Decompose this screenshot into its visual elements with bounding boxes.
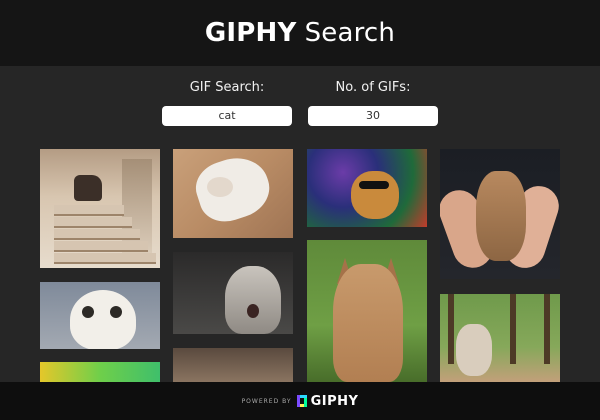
- tree-art: [544, 294, 550, 364]
- gif-tile[interactable]: [40, 282, 160, 349]
- stair-step-art: [54, 217, 132, 228]
- cat-art: [225, 266, 281, 334]
- gif-tile[interactable]: [40, 362, 160, 382]
- stair-step-art: [54, 229, 140, 240]
- cat-face-art: [207, 177, 233, 197]
- cat-art: [189, 149, 277, 229]
- cat-eye-art: [110, 306, 122, 318]
- giphy-logo-icon: [296, 395, 307, 407]
- stair-step-art: [54, 205, 124, 216]
- gif-tile[interactable]: [307, 149, 427, 227]
- footer: POWERED BY GIPHY: [0, 382, 600, 420]
- cat-art: [70, 290, 136, 349]
- powered-by-text: POWERED BY: [241, 397, 292, 405]
- cat-art: [351, 171, 399, 219]
- stair-step-art: [54, 253, 156, 264]
- stair-step-art: [54, 241, 148, 252]
- gif-tile[interactable]: [173, 252, 293, 334]
- cat-art: [74, 175, 102, 201]
- gif-tile[interactable]: [307, 240, 427, 382]
- cat-mouth-art: [247, 304, 259, 318]
- cat-art: [456, 324, 492, 376]
- cat-eye-art: [82, 306, 94, 318]
- gif-results-grid: [0, 0, 600, 420]
- tree-art: [510, 294, 516, 364]
- gif-tile[interactable]: [173, 149, 293, 238]
- gif-tile[interactable]: [440, 149, 560, 279]
- sunglasses-art: [359, 181, 389, 189]
- gif-tile[interactable]: [40, 149, 160, 268]
- giphy-wordmark[interactable]: GIPHY: [311, 394, 359, 409]
- tree-art: [448, 294, 454, 364]
- gif-tile[interactable]: [173, 348, 293, 382]
- caracal-art: [333, 264, 403, 382]
- gif-tile[interactable]: [440, 294, 560, 382]
- cat-art: [476, 171, 526, 261]
